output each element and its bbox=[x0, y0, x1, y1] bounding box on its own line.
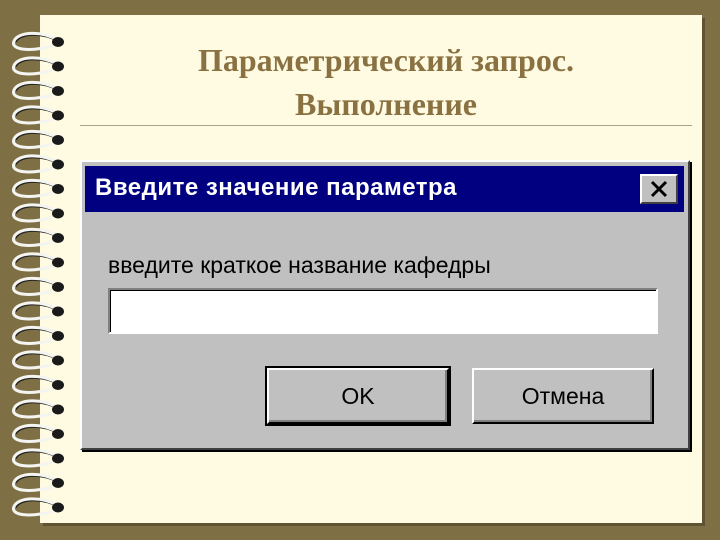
close-icon bbox=[650, 180, 668, 198]
binding-coil bbox=[12, 399, 64, 419]
spiral-binding-icon bbox=[12, 31, 64, 517]
binding-coil bbox=[12, 154, 64, 174]
parameter-dialog: Введите значение параметра введите кратк… bbox=[80, 160, 690, 450]
parameter-prompt: введите краткое название кафедры bbox=[108, 252, 491, 278]
dialog-titlebar[interactable]: Введите значение параметра bbox=[85, 166, 684, 212]
slide-title-line-2: Выполнение bbox=[294, 86, 477, 122]
binding-coil bbox=[12, 129, 64, 149]
binding-coil bbox=[12, 301, 64, 321]
binding-coil bbox=[12, 31, 64, 51]
ok-button[interactable]: OK bbox=[265, 366, 451, 426]
binding-coil bbox=[12, 497, 64, 517]
parameter-input[interactable] bbox=[108, 288, 658, 334]
binding-coil bbox=[12, 56, 64, 76]
close-button[interactable] bbox=[640, 174, 678, 204]
binding-coil bbox=[12, 448, 64, 468]
slide-title-line-1: Параметрический запрос. bbox=[197, 42, 575, 78]
binding-coil bbox=[12, 178, 64, 198]
binding-coil bbox=[12, 374, 64, 394]
binding-coil bbox=[12, 276, 64, 296]
binding-coil bbox=[12, 252, 64, 272]
binding-coil bbox=[12, 105, 64, 125]
binding-coil bbox=[12, 423, 64, 443]
binding-coil bbox=[12, 227, 64, 247]
cancel-button[interactable]: Отмена bbox=[472, 368, 654, 424]
title-divider bbox=[80, 125, 692, 126]
binding-coil bbox=[12, 350, 64, 370]
binding-coil bbox=[12, 80, 64, 100]
binding-coil bbox=[12, 325, 64, 345]
slide-title: Параметрический запрос. Выполнение bbox=[80, 38, 692, 126]
binding-coil bbox=[12, 472, 64, 492]
dialog-title: Введите значение параметра bbox=[95, 174, 457, 201]
binding-coil bbox=[12, 203, 64, 223]
